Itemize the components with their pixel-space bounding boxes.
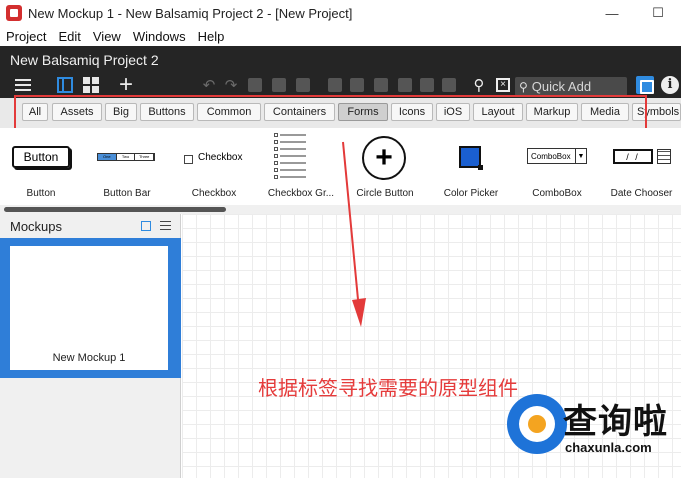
checkbox-group-preview (274, 132, 324, 181)
close-search-icon[interactable]: × (494, 74, 512, 96)
ungroup-icon[interactable] (348, 74, 366, 96)
watermark-url: chaxunla.com (565, 440, 652, 455)
mockups-header: Mockups (0, 214, 181, 238)
component-label: Checkbox Gr... (267, 188, 335, 199)
mockup-thumbnail-label: New Mockup 1 (52, 352, 126, 364)
title-bar: New Mockup 1 - New Balsamiq Project 2 - … (0, 0, 681, 26)
mockups-panel: Mockups New Mockup 1 (0, 214, 181, 478)
component-label: Button Bar (103, 188, 151, 199)
annotation-highlight-box (14, 95, 647, 130)
maximize-button[interactable]: ☐ (635, 0, 681, 26)
quick-add-input[interactable]: ⚲ Quick Add (515, 77, 627, 96)
ui-library-icon[interactable] (636, 76, 654, 94)
search-icon[interactable]: ⚲ (470, 74, 488, 96)
component-label: Checkbox (191, 188, 237, 199)
combobox-preview: ComboBox ▼ (527, 148, 587, 164)
watermark-name: 查询啦 (563, 402, 668, 442)
color-picker-swatch-icon (459, 146, 483, 170)
date-chooser-preview: / / (613, 149, 653, 164)
quick-add-placeholder: Quick Add (531, 79, 592, 94)
window-controls: — ☐ (589, 0, 681, 26)
hamburger-menu-icon[interactable] (10, 74, 36, 96)
component-label: Button (26, 188, 56, 199)
button-preview: Button (12, 146, 70, 168)
button-bar-item: Three (135, 154, 155, 160)
menu-view[interactable]: View (87, 29, 127, 44)
component-label: ComboBox (532, 188, 582, 199)
lock-icon[interactable] (418, 74, 436, 96)
component-button[interactable]: Button Button (0, 128, 82, 210)
project-name: New Balsamiq Project 2 (10, 52, 159, 68)
checkbox-preview-text: Checkbox (198, 152, 243, 163)
annotation-arrow-icon (342, 141, 366, 327)
mockups-title: Mockups (10, 218, 63, 234)
window-title: New Mockup 1 - New Balsamiq Project 2 - … (28, 5, 353, 21)
component-label: Color Picker (443, 188, 499, 199)
balsamiq-app-icon (6, 5, 22, 21)
thumbnail-view-icon[interactable] (141, 221, 151, 231)
shelf-scrollbar-thumb[interactable] (4, 207, 226, 212)
align-icon[interactable] (372, 74, 390, 96)
calendar-icon (657, 149, 671, 164)
list-view-icon[interactable] (160, 221, 171, 233)
undo-icon[interactable]: ↶ (200, 74, 218, 96)
button-bar-item: Two (117, 154, 136, 160)
component-date-chooser[interactable]: Date Chooser (602, 128, 681, 210)
arrange-icon[interactable] (396, 74, 414, 96)
component-color-picker[interactable]: Color Picker (430, 128, 512, 210)
menu-bar: Project Edit View Windows Help (0, 26, 681, 46)
duplicate-icon[interactable] (270, 74, 288, 96)
grid-view-icon[interactable] (80, 74, 102, 96)
add-mockup-icon[interactable]: + (114, 73, 138, 97)
component-button-bar[interactable]: Button Bar (86, 128, 168, 210)
copy-icon[interactable] (246, 74, 264, 96)
watermark: 查询啦 chaxunla.com (503, 390, 681, 478)
redo-icon[interactable]: ↷ (222, 74, 240, 96)
project-header: New Balsamiq Project 2 + ↶ ↷ ⚲ × ⚲ Quick… (0, 46, 681, 98)
menu-edit[interactable]: Edit (52, 29, 86, 44)
paste-icon[interactable] (294, 74, 312, 96)
info-icon[interactable]: i (661, 76, 679, 94)
single-view-icon[interactable] (54, 74, 76, 96)
minimize-button[interactable]: — (589, 0, 635, 26)
combobox-preview-text: ComboBox (531, 151, 571, 161)
button-bar-preview: One Two Three (97, 153, 155, 161)
delete-icon[interactable] (440, 74, 458, 96)
component-combobox[interactable]: ComboBox (516, 128, 598, 210)
menu-project[interactable]: Project (0, 29, 52, 44)
checkbox-preview-box (184, 155, 193, 164)
mockup-thumbnail[interactable]: New Mockup 1 (10, 246, 168, 370)
mockup-item-selected[interactable]: New Mockup 1 (0, 238, 181, 378)
button-bar-item: One (98, 154, 117, 160)
group-icon[interactable] (326, 74, 344, 96)
menu-help[interactable]: Help (192, 29, 231, 44)
quick-add-search-icon: ⚲ (519, 79, 528, 94)
menu-windows[interactable]: Windows (127, 29, 192, 44)
chevron-down-icon: ▼ (575, 149, 586, 163)
watermark-logo-icon (507, 394, 567, 454)
component-checkbox[interactable]: Checkbox (172, 128, 256, 210)
component-label: Date Chooser (610, 188, 673, 199)
annotation-text: 根据标签寻找需要的原型组件 (258, 376, 518, 400)
